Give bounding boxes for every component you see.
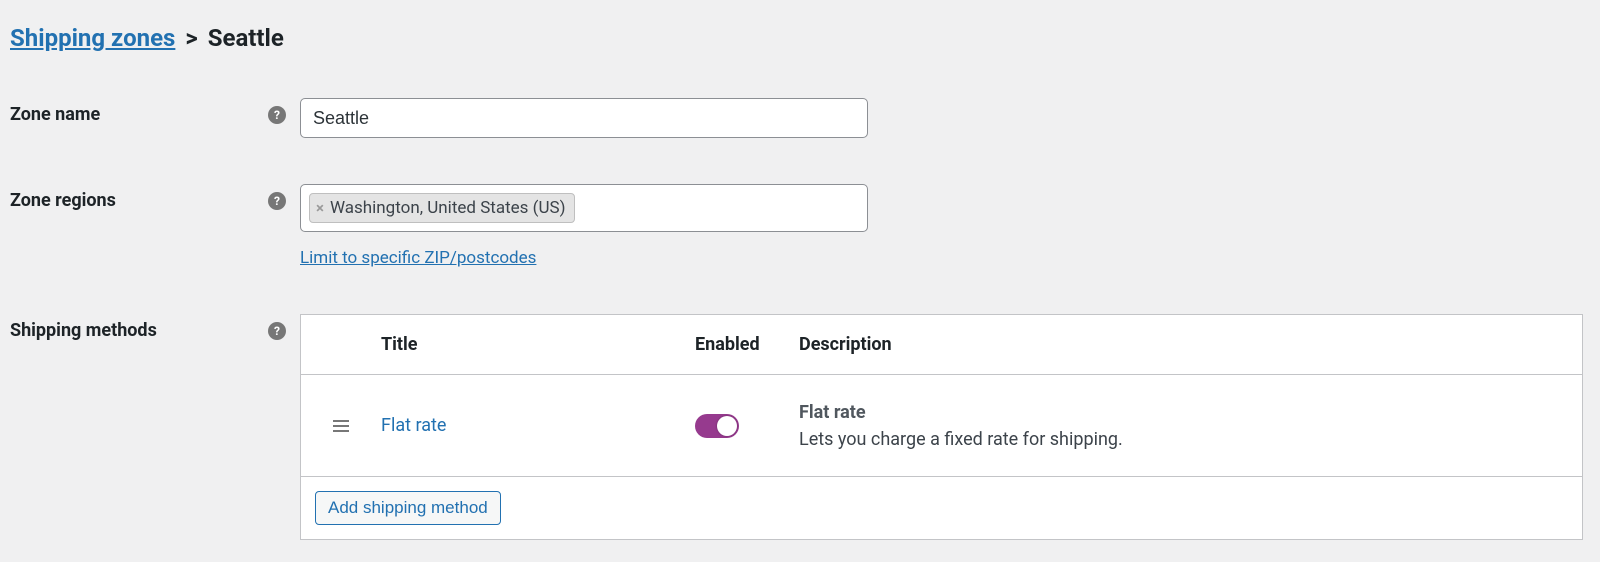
label-zone-regions: Zone regions xyxy=(10,190,116,211)
shipping-methods-table: Title Enabled Description Flat rate xyxy=(300,314,1583,540)
th-description: Description xyxy=(799,334,1582,355)
enabled-toggle[interactable] xyxy=(695,414,739,438)
limit-zip-link[interactable]: Limit to specific ZIP/postcodes xyxy=(300,248,536,268)
toggle-knob xyxy=(717,416,737,436)
th-enabled: Enabled xyxy=(695,334,799,355)
zone-name-input[interactable] xyxy=(300,98,868,138)
breadcrumb-link-shipping-zones[interactable]: Shipping zones xyxy=(10,24,175,52)
zone-regions-input[interactable]: × Washington, United States (US) xyxy=(300,184,868,232)
help-icon[interactable]: ? xyxy=(268,192,286,210)
region-tag: × Washington, United States (US) xyxy=(309,193,575,223)
breadcrumb: Shipping zones > Seattle xyxy=(10,24,1590,52)
drag-handle-icon[interactable] xyxy=(333,420,349,432)
method-desc-text: Lets you charge a fixed rate for shippin… xyxy=(799,429,1562,450)
help-icon[interactable]: ? xyxy=(268,322,286,340)
label-shipping-methods: Shipping methods xyxy=(10,320,157,341)
remove-tag-icon[interactable]: × xyxy=(316,201,324,216)
row-zone-regions: Zone regions ? × Washington, United Stat… xyxy=(10,184,1590,268)
row-shipping-methods: Shipping methods ? Title Enabled Descrip… xyxy=(10,314,1590,540)
help-icon[interactable]: ? xyxy=(268,106,286,124)
method-title-link[interactable]: Flat rate xyxy=(381,415,446,436)
add-shipping-method-button[interactable]: Add shipping method xyxy=(315,491,501,525)
region-tag-label: Washington, United States (US) xyxy=(330,198,566,218)
breadcrumb-current: Seattle xyxy=(208,24,284,52)
table-footer: Add shipping method xyxy=(301,477,1582,539)
table-header-row: Title Enabled Description xyxy=(301,315,1582,375)
th-title: Title xyxy=(381,334,695,355)
method-desc-title: Flat rate xyxy=(799,402,1562,423)
label-zone-name: Zone name xyxy=(10,104,100,125)
breadcrumb-separator: > xyxy=(181,24,201,52)
row-zone-name: Zone name ? xyxy=(10,98,1590,138)
table-row: Flat rate Flat rate Lets you charge a fi… xyxy=(301,375,1582,477)
